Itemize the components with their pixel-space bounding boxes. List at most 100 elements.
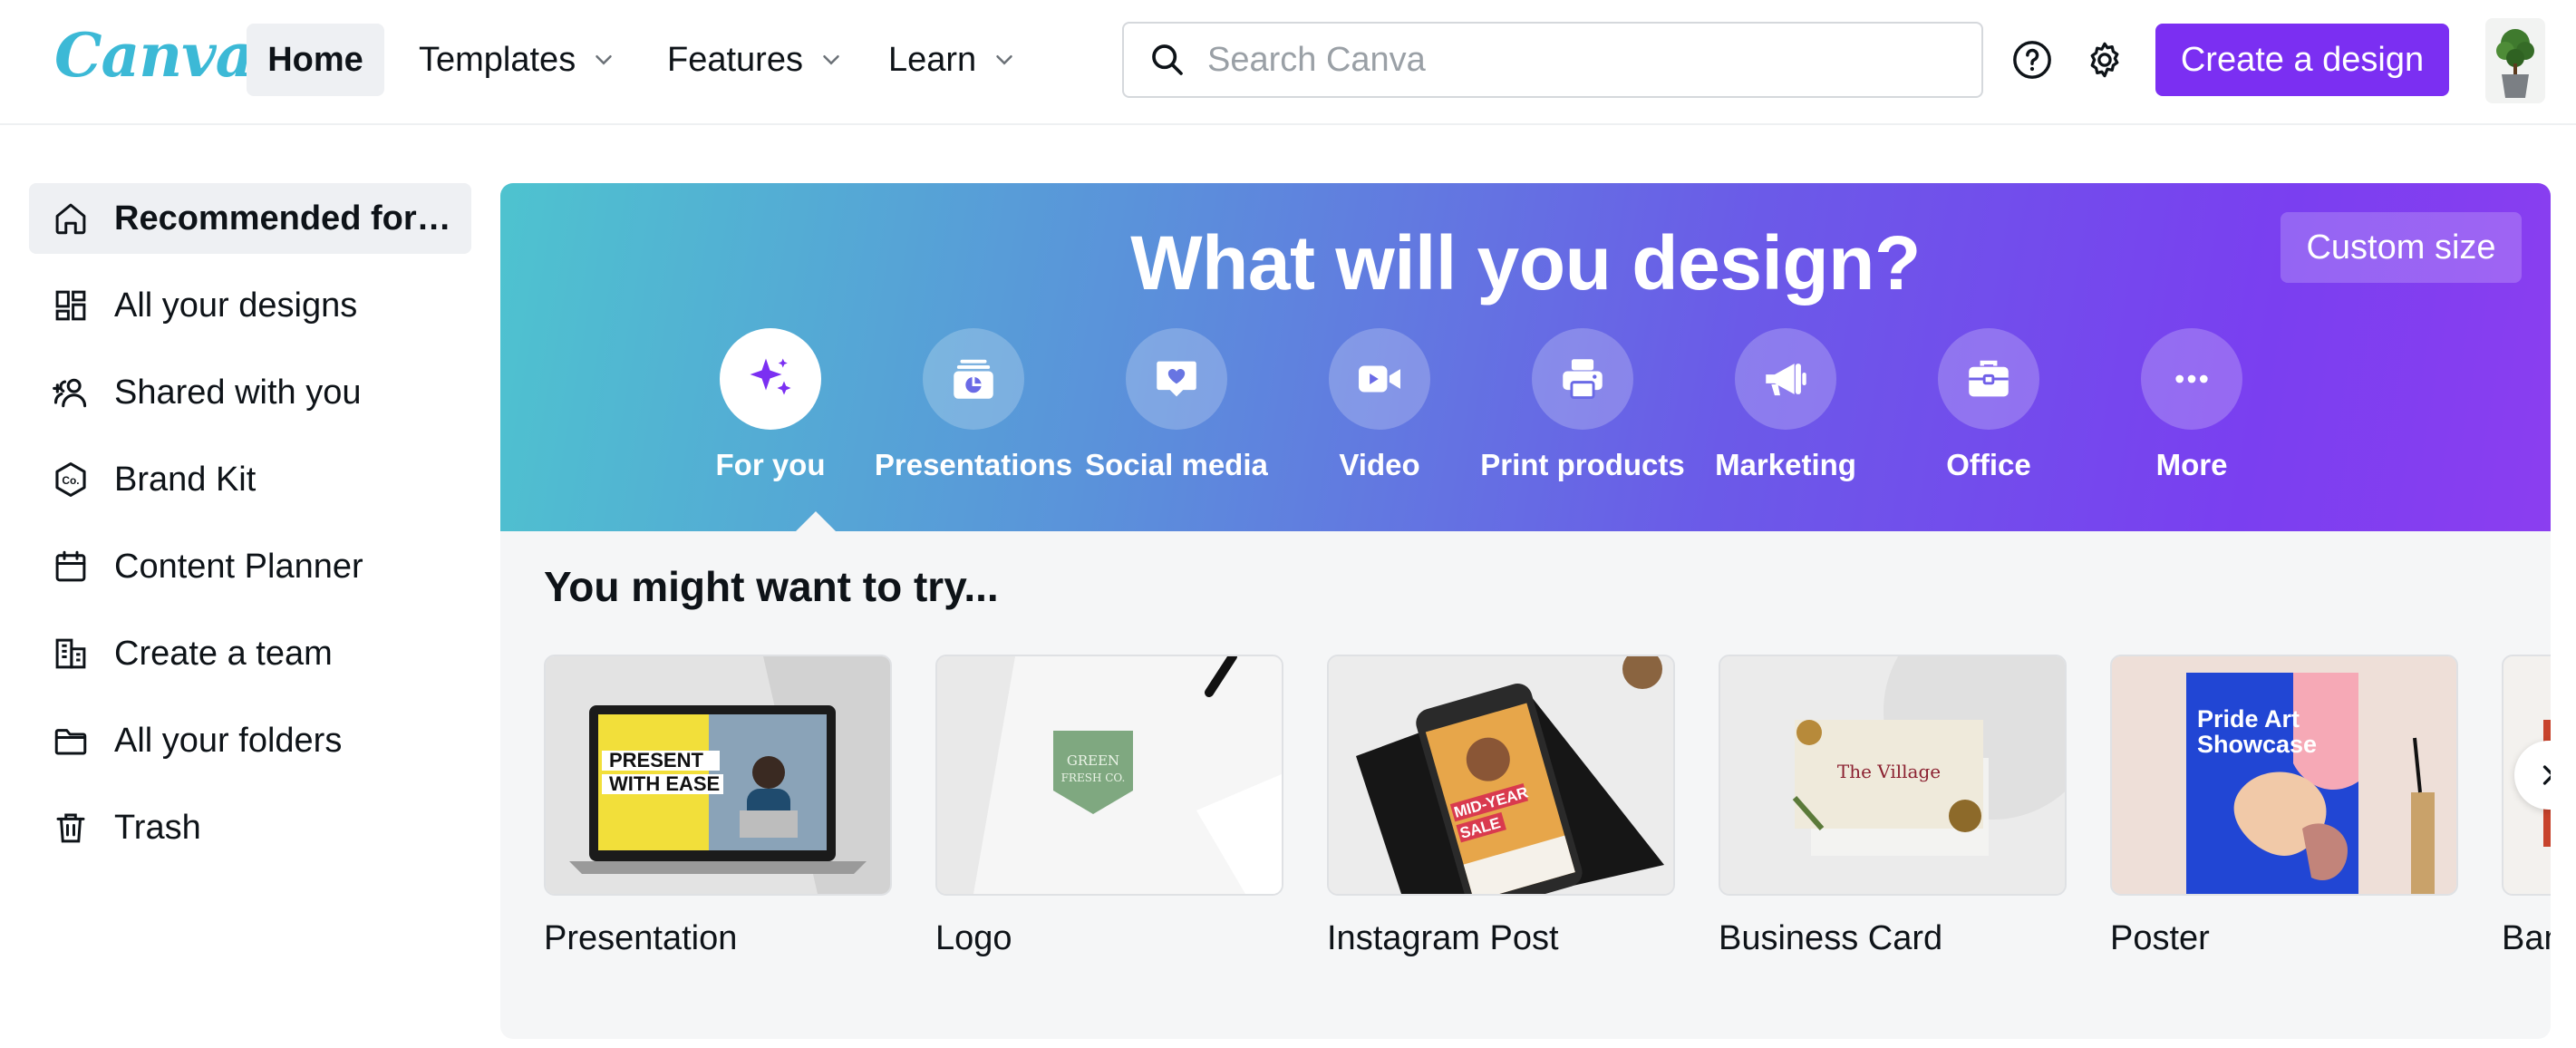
card-label: Presentation (544, 919, 738, 957)
category-print-products[interactable]: Print products (1480, 328, 1685, 482)
sidebar-item-label: Create a team (114, 634, 333, 673)
category-label: For you (715, 448, 826, 481)
thumb-text: Pride Art (2197, 705, 2300, 733)
grid-icon (51, 286, 91, 325)
nav-templates-label: Templates (419, 40, 576, 79)
briefcase-icon (1938, 328, 2039, 430)
avatar[interactable] (2485, 18, 2545, 103)
nav-home-label: Home (267, 40, 363, 79)
hero-title: What will you design? (1130, 220, 1921, 306)
presentation-thumbnail: PRESENT WITH EASE (544, 655, 892, 896)
help-icon (2013, 41, 2051, 79)
sidebar-item-label: Brand Kit (114, 460, 257, 499)
search-input[interactable] (1206, 39, 1952, 81)
nav-learn[interactable]: Learn (888, 24, 1018, 96)
help-button[interactable] (2005, 33, 2059, 87)
sidebar-item-label: Trash (114, 808, 201, 847)
sidebar-item-trash[interactable]: Trash (29, 792, 471, 863)
sidebar-item-label: Content Planner (114, 547, 363, 586)
thumb-text: Showcase (2197, 731, 2317, 758)
thumb-text: FRESH CO. (1061, 771, 1126, 784)
suggestion-card-presentation[interactable]: PRESENT WITH EASE Presentation (544, 655, 892, 958)
sidebar-item-shared[interactable]: Shared with you (29, 357, 471, 428)
video-camera-icon (1329, 328, 1430, 430)
card-label: Poster (2110, 919, 2210, 957)
printer-icon (1532, 328, 1633, 430)
trash-icon (51, 808, 91, 848)
sidebar-item-content-planner[interactable]: Content Planner (29, 531, 471, 602)
thumb-text: WITH EASE (609, 772, 720, 795)
svg-text:Co.: Co. (62, 474, 79, 487)
nav-learn-label: Learn (888, 40, 977, 79)
people-icon (51, 373, 91, 412)
category-for-you[interactable]: For you (671, 328, 870, 482)
category-label: Marketing (1715, 448, 1856, 481)
top-bar: Canva Home Templates Features Learn Crea… (0, 0, 2576, 125)
category-more[interactable]: More (2092, 328, 2291, 482)
category-marketing[interactable]: Marketing (1686, 328, 1885, 482)
sidebar-item-label: Shared with you (114, 373, 362, 412)
create-design-button[interactable]: Create a design (2155, 24, 2449, 96)
nav-features[interactable]: Features (667, 24, 845, 96)
sidebar-item-all-designs[interactable]: All your designs (29, 270, 471, 341)
category-office[interactable]: Office (1889, 328, 2088, 482)
plant-avatar-icon (2485, 18, 2545, 103)
search-icon (1152, 44, 1183, 75)
thumb-text: PRESENT (609, 749, 703, 771)
canva-logo[interactable]: Canva (54, 20, 254, 91)
brand-kit-icon: Co. (51, 460, 91, 500)
active-category-pointer (796, 511, 836, 531)
sidebar-item-folders[interactable]: All your folders (29, 705, 471, 776)
suggestion-card-instagram-post[interactable]: MID-YEAR SALE Instagram Post (1327, 655, 1675, 958)
suggestions-title: You might want to try... (544, 563, 999, 610)
category-label: More (2155, 448, 2228, 481)
nav-features-label: Features (667, 40, 803, 79)
thumb-text: GREEN (1067, 752, 1119, 769)
card-label: Business Card (1719, 919, 1943, 957)
main-content: What will you design? Custom size For yo… (500, 183, 2551, 1039)
custom-size-button[interactable]: Custom size (2281, 212, 2522, 283)
card-label: Instagram Post (1327, 919, 1559, 957)
calendar-icon (51, 547, 91, 587)
building-icon (51, 634, 91, 674)
category-presentations[interactable]: Presentations (874, 328, 1073, 482)
sidebar-item-recommended[interactable]: Recommended for you (29, 183, 471, 254)
suggestion-card-logo[interactable]: GREEN FRESH CO. Logo (935, 655, 1283, 958)
card-label: Ban (2502, 919, 2551, 957)
chevron-down-icon (596, 55, 612, 65)
settings-button[interactable] (2077, 33, 2132, 87)
category-social-media[interactable]: Social media (1077, 328, 1276, 482)
search-bar[interactable] (1122, 22, 1983, 98)
sidebar-item-brand-kit[interactable]: Co. Brand Kit (29, 444, 471, 515)
sidebar: Recommended for you All your designs Sha… (0, 125, 489, 1048)
design-hero-banner: What will you design? Custom size For yo… (500, 183, 2551, 531)
suggestion-card-poster[interactable]: Pride Art Showcase Poster (2110, 655, 2458, 958)
instagram-post-thumbnail: MID-YEAR SALE (1327, 655, 1675, 896)
poster-thumbnail: Pride Art Showcase (2110, 655, 2458, 896)
logo-thumbnail: GREEN FRESH CO. (935, 655, 1283, 896)
home-icon (51, 199, 91, 238)
category-label: Presentations (874, 448, 1073, 481)
category-label: Print products (1480, 448, 1685, 481)
card-label: Logo (935, 919, 1012, 957)
sparkle-icon (720, 328, 821, 430)
category-video[interactable]: Video (1280, 328, 1479, 482)
category-label: Video (1339, 448, 1420, 481)
chevron-right-icon (2542, 765, 2551, 785)
heart-chat-icon (1126, 328, 1227, 430)
megaphone-icon (1735, 328, 1836, 430)
sidebar-item-label: All your folders (114, 721, 343, 760)
presentation-icon (923, 328, 1024, 430)
thumb-text: The Village (1837, 761, 1941, 782)
business-card-thumbnail: The Village (1719, 655, 2067, 896)
sidebar-item-label: Recommended for you (114, 199, 459, 238)
suggestion-card-business-card[interactable]: The Village Business Card (1719, 655, 2067, 958)
sidebar-item-create-team[interactable]: Create a team (29, 618, 471, 689)
more-dots-icon (2141, 328, 2242, 430)
nav-home[interactable]: Home (247, 24, 384, 96)
chevron-down-icon (996, 55, 1012, 65)
chevron-down-icon (823, 55, 839, 65)
nav-templates[interactable]: Templates (419, 24, 617, 96)
category-label: Social media (1085, 448, 1268, 481)
folder-icon (51, 721, 91, 761)
